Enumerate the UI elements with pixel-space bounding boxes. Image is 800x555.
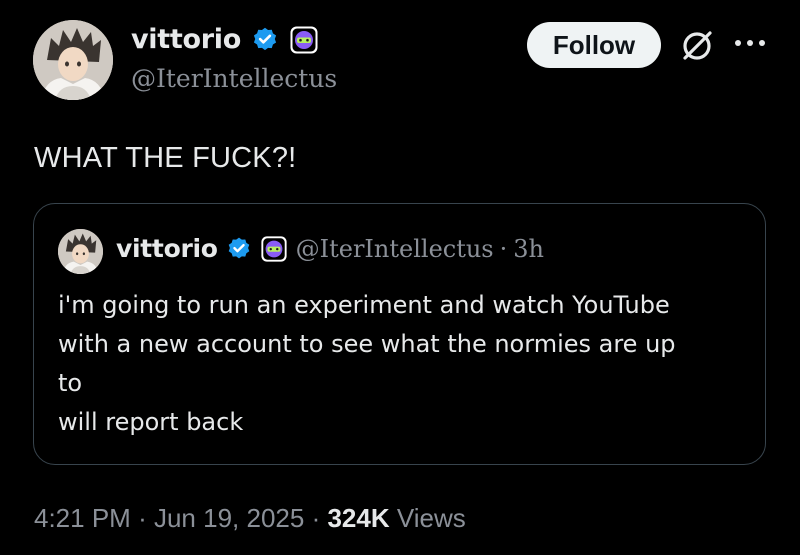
tweet-time[interactable]: 4:21 PM <box>34 503 131 533</box>
follow-button[interactable]: Follow <box>527 22 661 68</box>
tweet-meta: 4:21 PM · Jun 19, 2025 · 324K Views <box>34 503 466 534</box>
author-avatar[interactable] <box>33 20 113 100</box>
views-count: 324K <box>327 503 390 533</box>
tweet-date[interactable]: Jun 19, 2025 <box>154 503 304 533</box>
meta-separator: · <box>311 503 321 533</box>
quote-author-handle[interactable]: @IterIntellectus <box>296 235 494 263</box>
quote-text-line: will report back <box>58 408 244 436</box>
quote-separator: · <box>499 234 508 263</box>
more-options-icon[interactable] <box>730 36 770 50</box>
author-display-name[interactable]: vittorio <box>131 24 241 55</box>
quote-author-display-name[interactable]: vittorio <box>116 234 218 263</box>
verified-badge-icon[interactable] <box>251 26 279 54</box>
quote-tweet-card[interactable]: vittorio @IterIntellectus · 3h i'm going… <box>33 203 766 465</box>
quote-header: vittorio @IterIntellectus · 3h <box>116 234 544 263</box>
quote-timestamp[interactable]: 3h <box>513 235 544 263</box>
views-label: Views <box>396 503 466 533</box>
quote-text-line: to <box>58 369 83 397</box>
quote-avatar-image <box>58 229 103 274</box>
meta-separator: · <box>138 503 147 533</box>
quote-affiliate-badge-icon[interactable] <box>260 235 288 263</box>
tweet: vittorio @IterIntellectus Follow WHAT TH… <box>0 0 800 555</box>
quote-verified-badge-icon[interactable] <box>226 236 252 262</box>
quote-text-line: i'm going to run an experiment and watch… <box>58 291 670 319</box>
grok-icon[interactable] <box>678 27 716 65</box>
tweet-text: WHAT THE FUCK?! <box>34 142 297 174</box>
author-handle[interactable]: @IterIntellectus <box>131 64 337 93</box>
avatar-image <box>33 20 113 100</box>
quote-text-line: with a new account to see what the normi… <box>58 330 676 358</box>
quote-author-avatar[interactable] <box>58 229 103 274</box>
author-name-row: vittorio <box>131 24 319 55</box>
quote-text: i'm going to run an experiment and watch… <box>58 286 748 442</box>
affiliate-badge-icon[interactable] <box>289 25 319 55</box>
